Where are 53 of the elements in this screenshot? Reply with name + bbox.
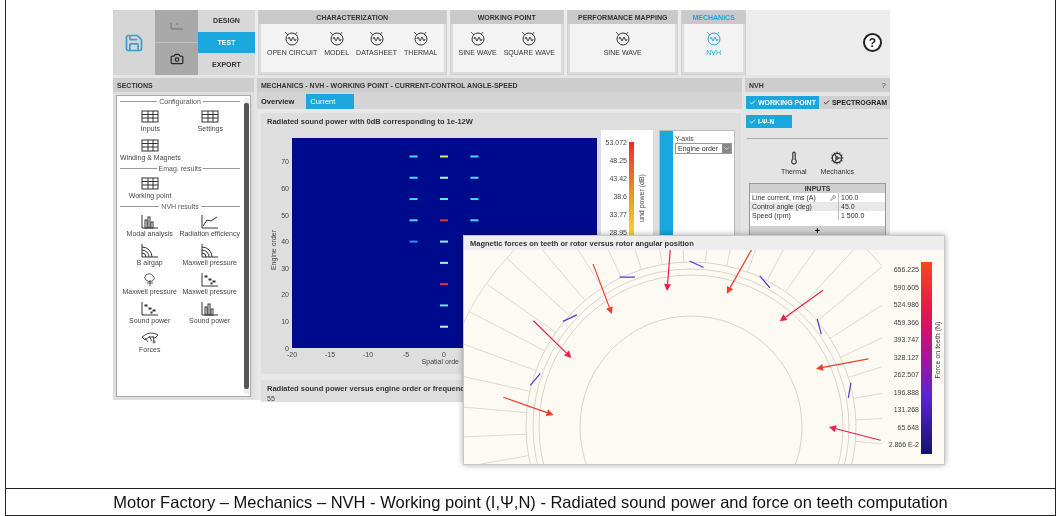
bar-chart-icon [198,300,221,316]
scrollbar[interactable] [244,98,249,394]
dial-icon [283,30,302,46]
table-icon [139,108,162,124]
heatmap-cell [470,198,479,201]
heatmap-cell [409,219,418,222]
heatmap-cell [440,325,448,328]
heatmap-cell [440,240,448,243]
check-icon [749,99,756,106]
add-button[interactable]: + [750,226,885,236]
scatter-chart-icon [138,300,161,316]
gear-icon [830,151,845,165]
dial-icon [520,30,539,46]
help-button[interactable]: ? [881,80,886,90]
heatmap-cell [470,176,479,179]
table-icon [139,137,162,153]
heatmap-cell [409,176,418,179]
table-icon [199,108,222,124]
save-icon [124,32,144,53]
line-chart-icon [198,213,221,229]
table-icon [139,175,161,191]
heatmap-cell [440,261,448,264]
camera-button[interactable] [155,43,198,75]
dial-icon [327,30,346,46]
dial-icon [367,30,386,46]
caret-icon [723,145,730,152]
scatter-chart-icon [198,271,221,287]
figure-caption: Motor Factory – Mechanics – NVH - Working point (I,Ψ,N) - Radiated sound power and force on teeth computation [6,488,1055,515]
heatmap-cell [470,155,479,158]
arc-chart-icon [198,242,221,258]
heatmap-cell [440,155,448,158]
heatmap-cell [409,240,418,243]
heatmap-cell [440,219,448,222]
save-cell[interactable] [113,10,155,75]
arc-chart-icon [138,242,161,258]
heatmap-cell [440,283,448,286]
wrench-icon [830,194,836,201]
help-button[interactable]: ? [863,33,882,52]
heatmap-cell [409,155,418,158]
heatmap-cell [409,198,418,201]
heatmap-cell [440,304,448,307]
heatmap-cell [440,176,448,179]
check-icon [822,99,830,106]
dial-icon [468,30,487,46]
camera-icon [169,52,184,66]
heatmap-cell [440,198,448,201]
dial-icon [411,30,430,46]
bar-chart-icon [138,213,161,229]
dial-icon [704,30,723,46]
dial-icon [613,30,632,46]
heatmap-cell [470,219,479,222]
check-icon [749,118,756,125]
plot-icon [168,21,185,31]
